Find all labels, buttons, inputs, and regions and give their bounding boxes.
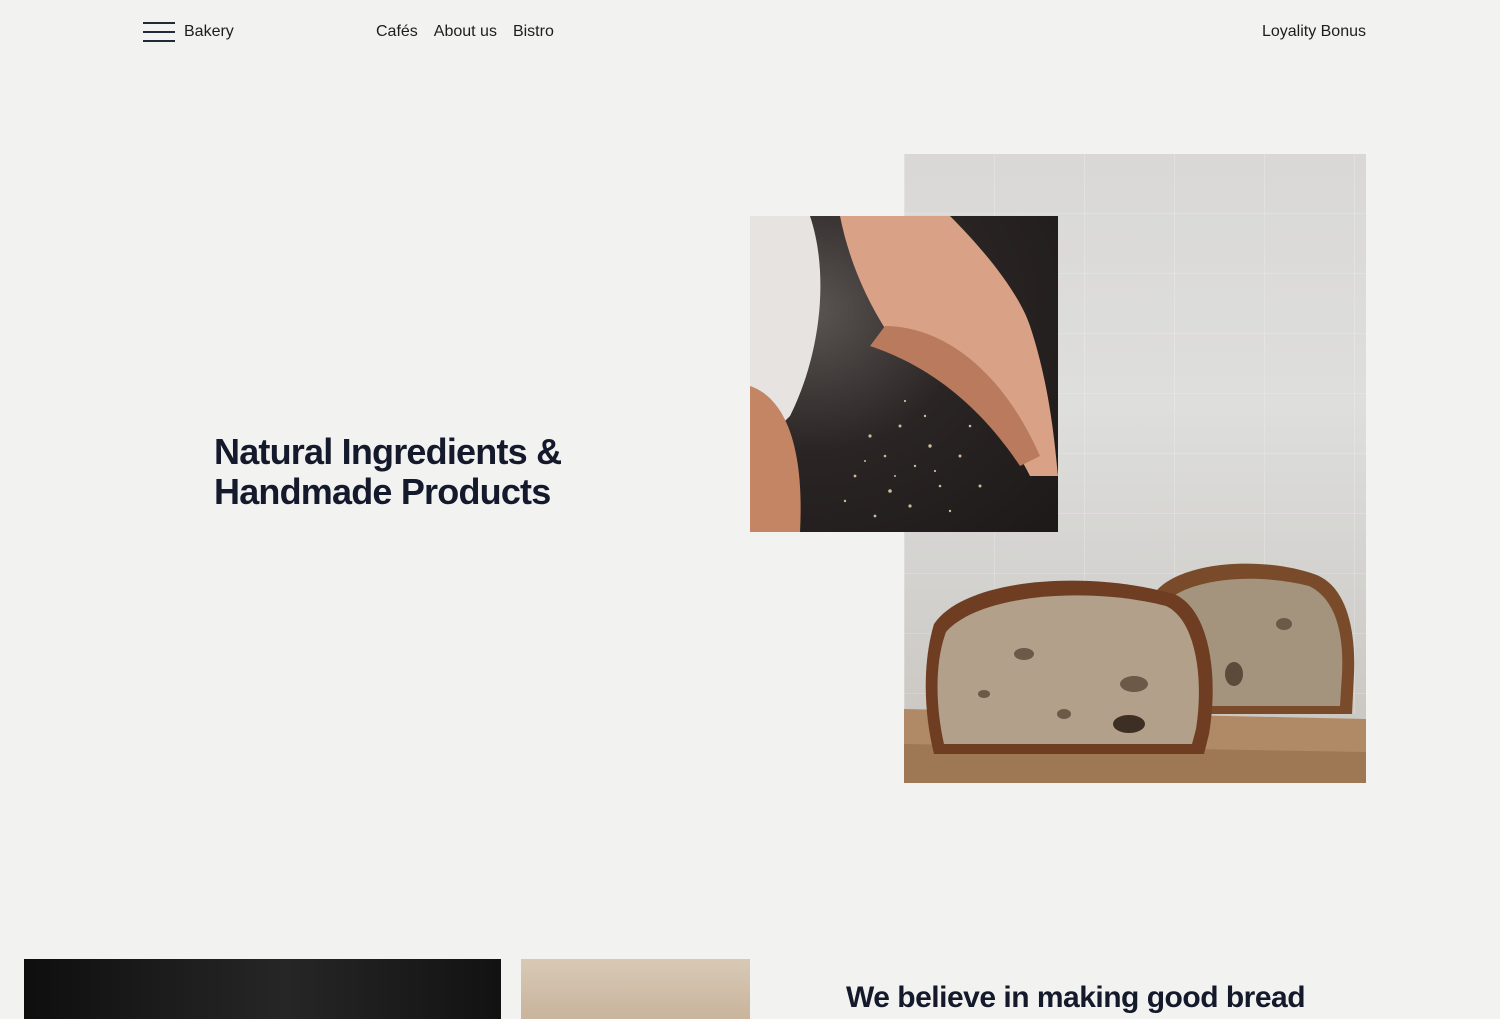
brand-link[interactable]: Bakery — [184, 23, 234, 41]
hamburger-menu-icon[interactable] — [143, 22, 175, 44]
bakery-interior-image — [24, 959, 501, 1019]
hero-title-line-1: Natural Ingredients & — [214, 431, 562, 472]
main-nav: Cafés About us Bistro — [376, 23, 554, 41]
baker-image — [521, 959, 750, 1019]
hero-title: Natural Ingredients & Handmade Products — [214, 432, 634, 512]
hands-flour-image — [750, 216, 1058, 532]
nav-link-about-us[interactable]: About us — [434, 23, 497, 41]
nav-link-bistro[interactable]: Bistro — [513, 23, 554, 41]
hero-title-line-2: Handmade Products — [214, 471, 551, 512]
nav-link-cafes[interactable]: Cafés — [376, 23, 418, 41]
loyalty-bonus-link[interactable]: Loyality Bonus — [1262, 23, 1366, 41]
site-header: Bakery Cafés About us Bistro Loyality Bo… — [0, 0, 1500, 66]
section-heading: We believe in making good bread — [846, 981, 1306, 1014]
